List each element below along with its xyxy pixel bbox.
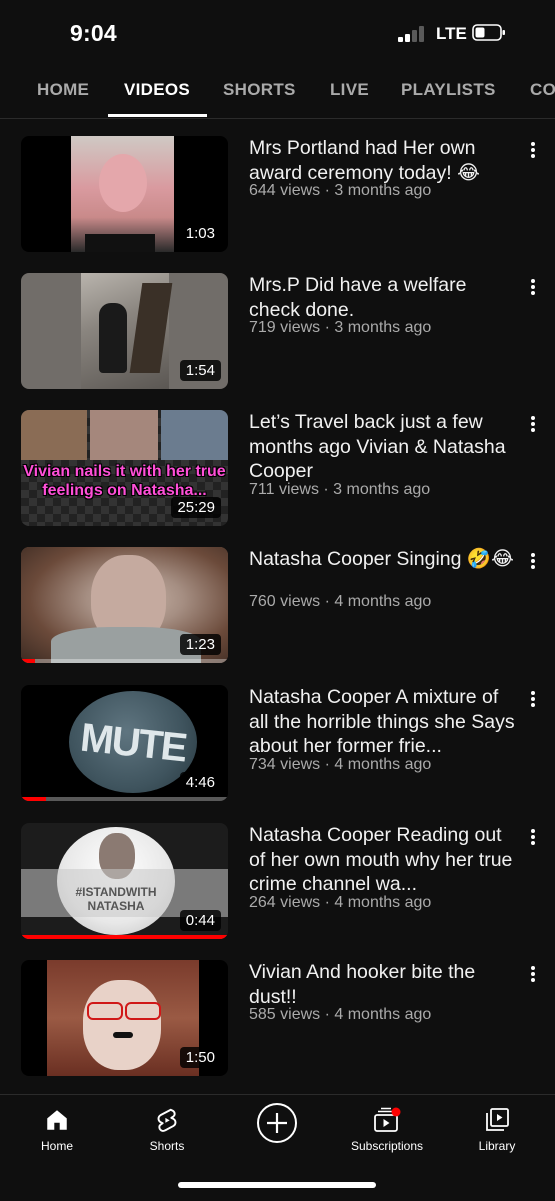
video-duration: 1:50	[179, 1047, 221, 1068]
video-item[interactable]: 1:50 Vivian And hooker bite the dust!! 5…	[0, 960, 555, 1080]
video-item[interactable]: MUTE 4:46 Natasha Cooper A mixture of al…	[0, 685, 555, 805]
video-meta: 264 views · 4 months ago	[249, 894, 432, 911]
more-options-icon[interactable]	[527, 277, 539, 297]
video-item[interactable]: 1:54 Mrs.P Did have a welfare check done…	[0, 273, 555, 393]
video-item[interactable]: 1:03 Mrs Portland had Her own award cere…	[0, 136, 555, 256]
video-duration: 1:54	[179, 360, 221, 381]
tab-playlists[interactable]: PLAYLISTS	[401, 80, 496, 100]
video-title[interactable]: Vivian And hooker bite the dust!!	[249, 960, 519, 1009]
nav-subscriptions[interactable]: Subscriptions	[332, 1103, 442, 1153]
video-thumbnail[interactable]: 1:50	[21, 960, 228, 1076]
tab-home[interactable]: HOME	[37, 80, 89, 100]
more-options-icon[interactable]	[527, 414, 539, 434]
video-thumbnail[interactable]: 1:03	[21, 136, 228, 252]
nav-shorts-label: Shorts	[149, 1139, 185, 1153]
video-thumbnail[interactable]: 1:54	[21, 273, 228, 389]
watch-progress-track	[21, 659, 228, 663]
tab-live[interactable]: LIVE	[330, 80, 369, 100]
watch-progress-bar	[21, 659, 36, 663]
tab-videos[interactable]: VIDEOS	[124, 80, 190, 100]
status-time: 9:04	[70, 20, 117, 46]
video-duration: 4:46	[179, 772, 221, 793]
video-thumbnail[interactable]: Vivian nails it with her true feelings o…	[21, 410, 228, 526]
video-item[interactable]: Vivian nails it with her true feelings o…	[0, 410, 555, 530]
shorts-icon	[157, 1108, 177, 1132]
more-options-icon[interactable]	[527, 964, 539, 984]
library-icon	[486, 1108, 509, 1131]
thumbnail-caption: #ISTANDWITH NATASHA	[75, 885, 157, 913]
more-options-icon[interactable]	[527, 140, 539, 160]
watch-progress-bar	[21, 935, 228, 939]
active-tab-indicator	[108, 114, 207, 117]
video-title[interactable]: Mrs.P Did have a welfare check done.	[249, 273, 519, 322]
nav-home[interactable]: Home	[2, 1103, 112, 1153]
more-options-icon[interactable]	[527, 827, 539, 847]
nav-library-label: Library	[478, 1139, 516, 1153]
video-title[interactable]: Natasha Cooper Singing 🤣😂	[249, 547, 519, 572]
video-meta: 734 views · 4 months ago	[249, 756, 432, 773]
nav-shorts[interactable]: Shorts	[112, 1103, 222, 1153]
video-title[interactable]: Mrs Portland had Her own award ceremony …	[249, 136, 519, 185]
video-meta: 585 views · 4 months ago	[249, 1006, 432, 1023]
video-thumbnail[interactable]: #ISTANDWITH NATASHA 0:44	[21, 823, 228, 939]
nav-home-label: Home	[40, 1139, 73, 1153]
watch-progress-track	[21, 797, 228, 801]
video-item[interactable]: 1:23 Natasha Cooper Singing 🤣😂 760 views…	[0, 547, 555, 667]
more-options-icon[interactable]	[527, 689, 539, 709]
signal-icon	[398, 26, 428, 42]
video-duration: 1:03	[179, 223, 221, 244]
nav-library[interactable]: Library	[442, 1103, 552, 1153]
status-bar: 9:04 LTE	[0, 0, 555, 66]
video-meta: 719 views · 3 months ago	[249, 319, 432, 336]
more-options-icon[interactable]	[527, 551, 539, 571]
watch-progress-bar	[21, 797, 46, 801]
video-duration: 1:23	[179, 634, 221, 655]
home-indicator	[178, 1182, 376, 1188]
network-label: LTE	[436, 24, 467, 43]
subscriptions-icon	[374, 1107, 401, 1132]
create-icon	[257, 1103, 297, 1143]
tab-community[interactable]: CO	[530, 80, 555, 100]
thumbnail-caption: Vivian nails it with her true feelings o…	[23, 463, 226, 499]
video-meta: 760 views · 4 months ago	[249, 593, 432, 610]
tab-shorts[interactable]: SHORTS	[223, 80, 296, 100]
video-title[interactable]: Let’s Travel back just a few months ago …	[249, 410, 519, 484]
video-meta: 711 views · 3 months ago	[249, 481, 431, 498]
battery-icon	[472, 24, 505, 41]
nav-subscriptions-label: Subscriptions	[350, 1139, 424, 1153]
video-title[interactable]: Natasha Cooper Reading out of her own mo…	[249, 823, 519, 897]
video-title[interactable]: Natasha Cooper A mixture of all the horr…	[249, 685, 519, 759]
video-thumbnail[interactable]: MUTE 4:46	[21, 685, 228, 801]
video-thumbnail[interactable]: 1:23	[21, 547, 228, 663]
home-icon	[47, 1110, 67, 1130]
video-duration: 0:44	[179, 910, 221, 931]
nav-create[interactable]	[222, 1101, 332, 1147]
channel-tabs: HOME VIDEOS SHORTS LIVE PLAYLISTS CO	[0, 66, 555, 119]
video-meta: 644 views · 3 months ago	[249, 182, 432, 199]
video-item[interactable]: #ISTANDWITH NATASHA 0:44 Natasha Cooper …	[0, 823, 555, 943]
video-duration: 25:29	[171, 497, 221, 518]
